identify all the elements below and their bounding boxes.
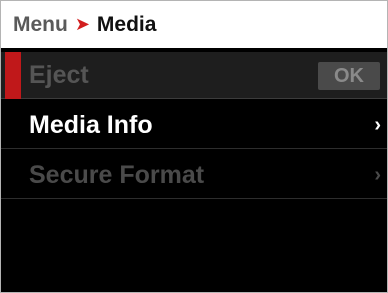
chevron-right-icon: › xyxy=(374,164,381,186)
ok-button[interactable]: OK xyxy=(318,62,380,90)
menu-item-label: Media Info xyxy=(29,110,153,139)
menu-item-label: Secure Format xyxy=(29,160,205,189)
menu-item-eject[interactable]: Eject OK xyxy=(1,52,387,99)
media-menu-screen: Menu ➤ Media Eject OK Media Info › Secur… xyxy=(0,0,388,293)
menu-item-secure-format[interactable]: Secure Format › xyxy=(1,152,387,199)
breadcrumb-menu[interactable]: Menu xyxy=(13,13,68,37)
breadcrumb: Menu ➤ Media xyxy=(1,1,387,48)
chevron-right-icon: › xyxy=(374,114,381,136)
page-title: Media xyxy=(96,12,157,36)
selection-indicator xyxy=(5,52,21,99)
chevron-right-icon: ➤ xyxy=(74,14,90,34)
menu-item-media-info[interactable]: Media Info › xyxy=(1,102,387,149)
menu-item-label: Eject xyxy=(29,60,89,89)
